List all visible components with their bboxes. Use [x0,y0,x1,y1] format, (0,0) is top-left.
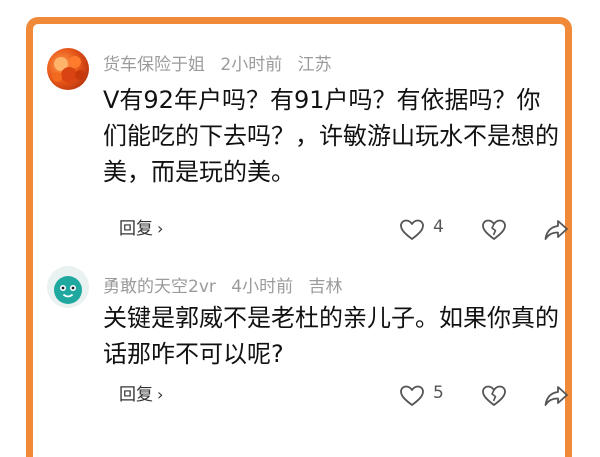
comment-panel: 货车保险于姐 2小时前 江苏 V有92年户吗？有91户吗？有依据吗？你们能吃的下… [26,17,572,457]
comment-text: V有92年户吗？有91户吗？有依据吗？你们能吃的下去吗？，许敏游山玩水不是想的美… [103,86,559,186]
username[interactable]: 货车保险于姐 [103,55,205,75]
comment-text: 关键是郭威不是老杜的亲儿子。如果你真的话那咋不可以呢? [103,304,559,368]
avatar-default-icon [47,266,89,308]
chevron-right-icon: › [157,385,164,404]
broken-heart-icon [482,385,506,406]
comment-actions: 回复 › 5 [103,380,573,410]
reply-label: 回复 [119,385,153,405]
heart-icon [400,219,424,240]
location: 吉林 [308,277,343,297]
share-arrow-icon [544,220,568,240]
comment-meta: 勇敢的天空2vr 4小时前 吉林 [103,272,353,297]
share-button[interactable] [543,384,569,412]
dislike-button[interactable] [481,384,507,412]
reply-label: 回复 [119,219,153,239]
location: 江苏 [297,55,332,75]
chevron-right-icon: › [157,219,164,238]
timestamp: 2小时前 [220,55,283,75]
username[interactable]: 勇敢的天空2vr [103,277,216,297]
reply-button[interactable]: 回复 › [109,380,174,410]
broken-heart-icon [482,219,506,240]
comment-actions: 回复 › 4 [103,214,573,244]
dislike-button[interactable] [481,218,507,246]
share-button[interactable] [543,218,569,246]
avatar-photo-icon [52,56,85,83]
like-count: 5 [433,383,444,403]
heart-icon [400,385,424,406]
timestamp: 4小时前 [231,277,294,297]
like-count: 4 [433,217,444,237]
share-arrow-icon [544,386,568,406]
comment-meta: 货车保险于姐 2小时前 江苏 [103,50,342,75]
user-avatar[interactable] [47,266,89,308]
reply-button[interactable]: 回复 › [109,214,174,244]
user-avatar[interactable] [47,48,89,90]
